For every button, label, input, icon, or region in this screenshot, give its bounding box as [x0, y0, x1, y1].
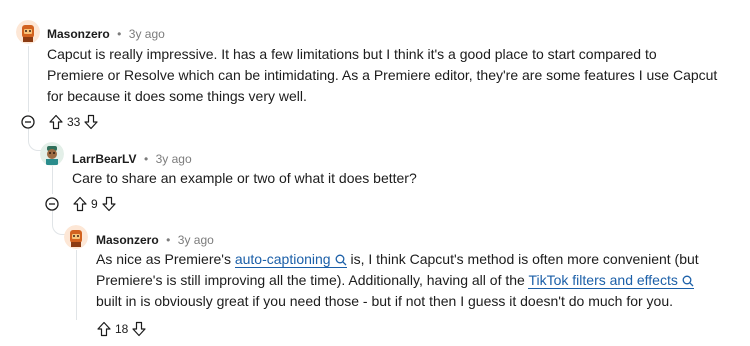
- upvote-button[interactable]: [48, 114, 64, 130]
- search-link-auto-captioning[interactable]: auto-captioning: [234, 251, 347, 268]
- comment-line: for because it does some things very wel…: [47, 88, 307, 104]
- downvote-icon: [132, 321, 146, 337]
- vote-count: 9: [91, 197, 98, 211]
- upvote-button[interactable]: [96, 321, 112, 337]
- collapse-button[interactable]: [45, 197, 59, 216]
- vote-bar: 18: [96, 321, 147, 337]
- link-text: auto-captioning: [234, 251, 331, 267]
- downvote-button[interactable]: [101, 196, 117, 212]
- upvote-icon: [73, 196, 87, 212]
- downvote-button[interactable]: [131, 321, 147, 337]
- vote-count: 18: [115, 322, 129, 336]
- thread-line-level2: [52, 166, 53, 194]
- upvote-button[interactable]: [72, 196, 88, 212]
- author-name[interactable]: LarrBearLV: [72, 152, 136, 166]
- collapse-icon: [21, 115, 35, 129]
- author-name[interactable]: Masonzero: [47, 27, 110, 41]
- comment-body: Capcut is really impressive. It has a fe…: [47, 44, 717, 107]
- search-icon: [335, 254, 347, 266]
- timestamp[interactable]: 3y ago: [156, 152, 192, 166]
- collapse-icon: [45, 197, 59, 211]
- comment-header: Masonzero • 3y ago: [96, 231, 214, 249]
- comment-line: As nice as Premiere's auto-captioning is…: [96, 249, 699, 270]
- text-segment: is, I think Capcut's method is often mor…: [346, 251, 699, 267]
- separator: •: [117, 27, 122, 41]
- avatar[interactable]: [64, 225, 88, 249]
- upvote-icon: [49, 114, 63, 130]
- upvote-icon: [97, 321, 111, 337]
- thread-line-level3: [76, 250, 77, 320]
- thread-line-level1: [28, 46, 29, 112]
- comment-header: Masonzero • 3y ago: [47, 25, 165, 43]
- link-text: TikTok filters and effects: [528, 272, 678, 288]
- snoo-avatar-orange-icon: [16, 20, 40, 44]
- timestamp[interactable]: 3y ago: [178, 233, 214, 247]
- downvote-icon: [102, 196, 116, 212]
- search-icon: [682, 275, 694, 287]
- comment-line: Premiere's is still improving all the ti…: [96, 270, 699, 291]
- separator: •: [166, 233, 171, 247]
- collapse-button[interactable]: [21, 115, 35, 134]
- comment-line: Capcut is really impressive. It has a fe…: [47, 46, 657, 62]
- downvote-button[interactable]: [83, 114, 99, 130]
- vote-count: 33: [67, 115, 81, 129]
- comment-body: As nice as Premiere's auto-captioning is…: [96, 249, 699, 312]
- avatar[interactable]: [16, 20, 40, 44]
- downvote-icon: [84, 114, 98, 130]
- vote-bar: 33: [48, 114, 99, 130]
- comment-line: built in is obviously great if you need …: [96, 293, 674, 309]
- comment-header: LarrBearLV • 3y ago: [72, 150, 192, 168]
- search-link-tiktok-filters[interactable]: TikTok filters and effects: [528, 272, 694, 289]
- comment-line: Premiere or Resolve which can be intimid…: [47, 67, 718, 83]
- comment-body: Care to share an example or two of what …: [72, 168, 417, 189]
- text-segment: As nice as Premiere's: [96, 251, 235, 267]
- separator: •: [143, 152, 149, 166]
- comment-line: Care to share an example or two of what …: [72, 170, 417, 186]
- vote-bar: 9: [72, 196, 117, 212]
- snoo-avatar-orange-icon: [64, 225, 88, 249]
- snoo-avatar-teal-icon: [40, 142, 64, 166]
- author-name[interactable]: Masonzero: [96, 233, 159, 247]
- avatar[interactable]: [40, 142, 64, 166]
- text-segment: Premiere's is still improving all the ti…: [96, 272, 529, 288]
- timestamp[interactable]: 3y ago: [129, 27, 165, 41]
